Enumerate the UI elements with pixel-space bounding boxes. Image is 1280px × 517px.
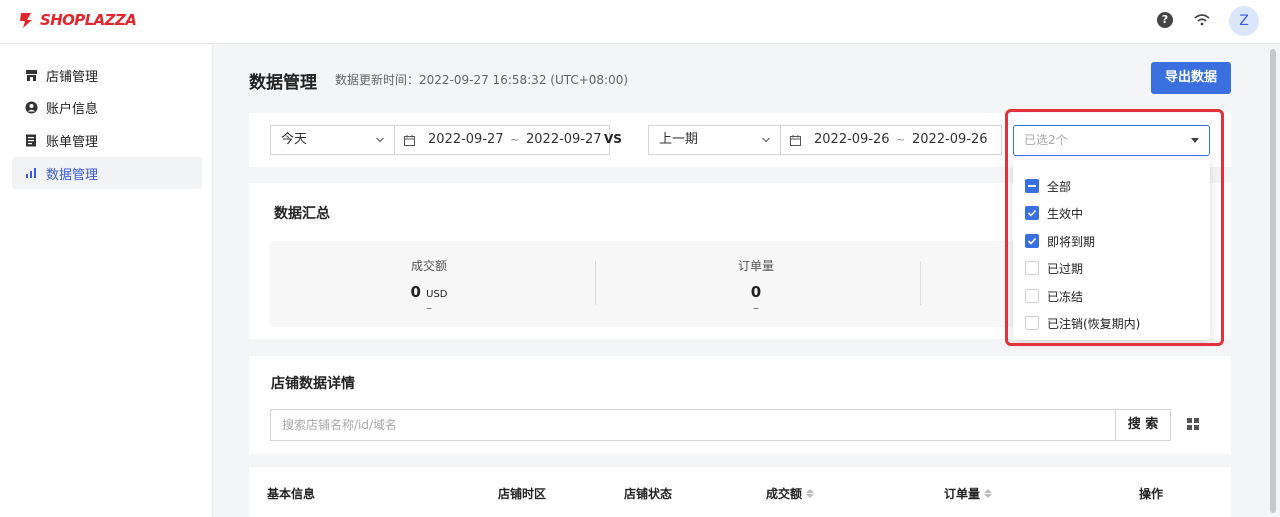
col-store-status: 店铺状态: [624, 487, 673, 501]
col-gmv[interactable]: 成交额: [766, 485, 815, 502]
sidebar-item-data-management[interactable]: 数据管理: [12, 157, 202, 189]
compare-start-date: 2022-09-26: [814, 132, 890, 147]
compare-select-value: 上一期: [659, 132, 699, 147]
store-details-card: 店铺数据详情 搜索店铺名称/id/域名 搜 索: [249, 356, 1231, 454]
status-option-active[interactable]: 生效中: [1025, 203, 1083, 223]
bill-icon: [24, 133, 38, 147]
store-icon: [24, 68, 38, 82]
status-option-expiring[interactable]: 即将到期: [1025, 231, 1095, 251]
range-separator: ~: [510, 133, 520, 146]
stat-change: –: [426, 301, 432, 315]
status-option-all[interactable]: 全部: [1025, 176, 1071, 196]
status-option-cancelled[interactable]: 已注销(恢复期内): [1025, 313, 1140, 333]
wifi-icon[interactable]: [1193, 11, 1211, 29]
sidebar-item-label: 账户信息: [46, 101, 99, 117]
compare-period-select[interactable]: 上一期: [648, 125, 781, 155]
sidebar-item-label: 店铺管理: [46, 69, 99, 85]
store-search-input[interactable]: 搜索店铺名称/id/域名: [270, 409, 1116, 441]
status-option-expired[interactable]: 已过期: [1025, 258, 1083, 278]
avatar[interactable]: Z: [1229, 6, 1259, 36]
store-table: 基本信息 店铺时区 店铺状态 成交额 订单量 操作: [249, 467, 1231, 517]
sidebar: 店铺管理 账户信息 账单管理 数据管理: [0, 45, 213, 517]
sidebar-item-label: 账单管理: [46, 134, 99, 150]
stat-value: 0 USD: [410, 283, 448, 301]
checkbox[interactable]: [1025, 261, 1039, 275]
details-title: 店铺数据详情: [271, 376, 355, 392]
question-circle-icon[interactable]: ?: [1157, 12, 1173, 28]
col-timezone: 店铺时区: [498, 487, 547, 501]
status-select-value: 已选2个: [1024, 133, 1068, 147]
checkbox[interactable]: [1025, 316, 1039, 330]
stat-label: 订单量: [737, 259, 774, 273]
divider: [595, 261, 596, 305]
sidebar-item-billing[interactable]: 账单管理: [12, 124, 202, 156]
sidebar-item-store-management[interactable]: 店铺管理: [12, 59, 202, 91]
logo-text: SHOPLAZZA: [40, 11, 137, 29]
status-option-frozen[interactable]: 已冻结: [1025, 286, 1083, 306]
caret-down-icon: [1191, 138, 1199, 143]
sort-icon[interactable]: [806, 489, 815, 498]
grid-view-icon[interactable]: [1186, 417, 1200, 431]
compare-end-date: 2022-09-26: [912, 132, 988, 147]
check-icon: [1027, 209, 1037, 217]
sidebar-item-label: 数据管理: [46, 167, 99, 183]
stat-unit: USD: [426, 289, 448, 300]
stat-label: 成交额: [410, 259, 447, 273]
shoplazza-logo[interactable]: SHOPLAZZA: [18, 11, 137, 29]
user-circle-icon: [24, 100, 38, 114]
date-range-picker[interactable]: 2022-09-27 ~ 2022-09-27: [395, 125, 610, 155]
scroll-thumb[interactable]: [1270, 49, 1276, 513]
checkbox[interactable]: [1025, 206, 1039, 220]
check-icon: [1027, 237, 1037, 245]
calendar-icon: [404, 135, 415, 146]
update-time: 数据更新时间：2022-09-27 16:58:32 (UTC+08:00): [335, 73, 629, 87]
period-select[interactable]: 今天: [270, 125, 395, 155]
vs-label: VS: [604, 132, 622, 146]
sidebar-item-account-info[interactable]: 账户信息: [12, 91, 202, 123]
period-select-value: 今天: [281, 132, 308, 147]
stat-change: –: [753, 301, 759, 315]
summary-title: 数据汇总: [274, 206, 330, 222]
status-multi-select[interactable]: 已选2个: [1013, 125, 1210, 156]
shoplazza-logo-icon: [20, 12, 32, 28]
chevron-down-icon: [376, 137, 384, 143]
stat-orders: 订单量 0 –: [597, 241, 915, 327]
sort-icon[interactable]: [984, 489, 993, 498]
range-start-date: 2022-09-27: [428, 132, 504, 147]
compare-date-range-picker[interactable]: 2022-09-26 ~ 2022-09-26: [781, 125, 1002, 155]
col-basic-info: 基本信息: [267, 487, 316, 501]
status-dropdown: 全部 生效中 即将到期 已过期 已冻结 已注销(恢复期内): [1013, 160, 1210, 340]
checkbox[interactable]: [1025, 289, 1039, 303]
export-data-button[interactable]: 导出数据: [1151, 62, 1231, 94]
bar-chart-icon: [24, 166, 38, 180]
col-orders[interactable]: 订单量: [944, 485, 993, 502]
col-actions: 操作: [1139, 487, 1164, 501]
divider: [920, 261, 921, 305]
search-button[interactable]: 搜 索: [1115, 409, 1171, 441]
summary-stats: 成交额 0 USD – 订单量 0 –: [270, 241, 1031, 327]
chevron-down-icon: [762, 137, 770, 143]
range-separator: ~: [896, 133, 906, 146]
scrollbar[interactable]: [1266, 45, 1280, 517]
checkbox[interactable]: [1025, 179, 1039, 193]
range-end-date: 2022-09-27: [526, 132, 602, 147]
checkbox[interactable]: [1025, 234, 1039, 248]
calendar-icon: [790, 135, 801, 146]
top-header: SHOPLAZZA ? Z: [0, 0, 1280, 44]
stat-value: 0: [750, 283, 762, 301]
page-title: 数据管理: [249, 73, 317, 93]
stat-gmv: 成交额 0 USD –: [270, 241, 588, 327]
